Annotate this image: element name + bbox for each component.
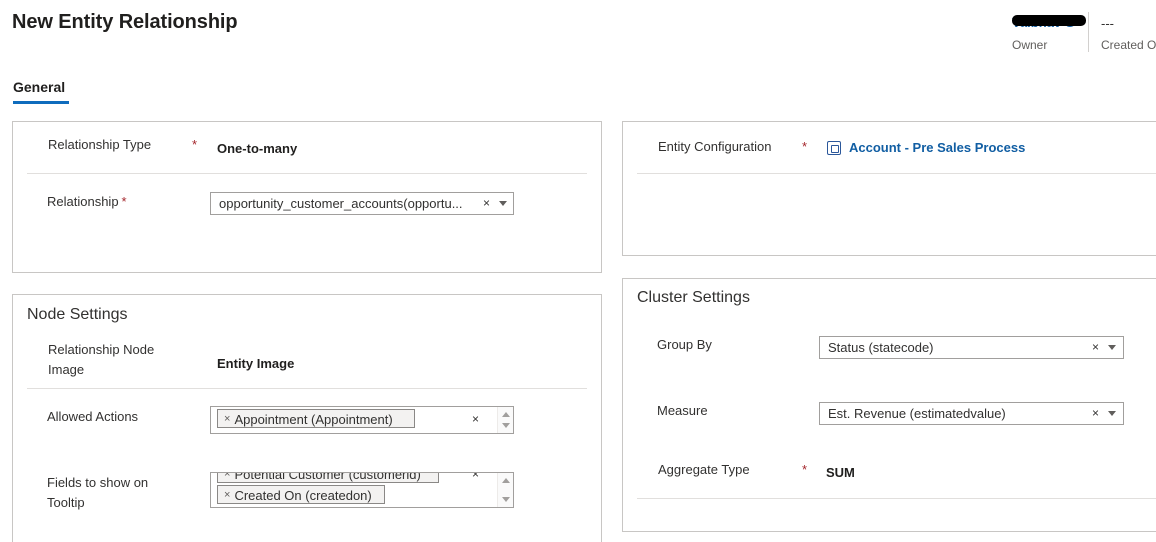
- chip-label: Created On (createdon): [234, 487, 372, 503]
- header-created-on-field: --- Created On: [1088, 12, 1156, 52]
- chip-remove-icon[interactable]: ×: [224, 489, 230, 501]
- section-divider: [637, 173, 1156, 174]
- allowed-actions-chip[interactable]: × Appointment (Appointment): [217, 409, 415, 428]
- tab-selected-indicator: [13, 101, 69, 104]
- aggregate-type-required: *: [802, 462, 808, 477]
- relationship-clear-button[interactable]: ×: [483, 196, 490, 210]
- entity-configuration-label: Entity Configuration: [658, 139, 772, 154]
- header-owner-field: Vaibhav G Owner: [1012, 14, 1086, 52]
- aggregate-type-value: SUM: [826, 465, 855, 480]
- entity-configuration-required: *: [802, 139, 808, 154]
- group-by-label: Group By: [657, 337, 712, 352]
- chevron-down-icon[interactable]: [1108, 345, 1116, 350]
- allowed-actions-scrollbar[interactable]: [497, 407, 513, 433]
- measure-select[interactable]: Est. Revenue (estimatedvalue) ×: [819, 402, 1124, 425]
- tooltip-field-chip[interactable]: × Created On (createdon): [217, 485, 385, 504]
- tooltip-fields-multiselect[interactable]: × Potential Customer (customerid) × × Cr…: [210, 472, 514, 508]
- owner-label: Owner: [1012, 38, 1048, 52]
- section-divider: [27, 173, 587, 174]
- cluster-settings-card: Cluster Settings Group By Status (statec…: [622, 278, 1156, 532]
- created-on-value: ---: [1101, 16, 1114, 31]
- general-section-card: Relationship Type * One-to-many Relation…: [12, 121, 602, 273]
- page-title: New Entity Relationship: [12, 11, 238, 33]
- owner-redaction: [1012, 15, 1086, 26]
- group-by-value: Status (statecode): [828, 340, 934, 355]
- allowed-actions-multiselect[interactable]: × Appointment (Appointment) ×: [210, 406, 514, 434]
- relationship-select[interactable]: opportunity_customer_accounts(opportu...…: [210, 192, 514, 215]
- chip-remove-icon[interactable]: ×: [224, 413, 230, 425]
- chip-label: Potential Customer (customerid): [234, 472, 421, 482]
- relationship-node-image-value: Entity Image: [217, 356, 295, 371]
- entity-configuration-value[interactable]: Account - Pre Sales Process: [849, 140, 1025, 155]
- measure-clear-button[interactable]: ×: [1092, 406, 1099, 420]
- entity-icon: [827, 140, 841, 155]
- entity-configuration-lookup[interactable]: Account - Pre Sales Process: [827, 140, 1025, 155]
- tooltip-field-chip[interactable]: × Potential Customer (customerid): [217, 472, 439, 483]
- cluster-settings-title: Cluster Settings: [637, 289, 750, 306]
- relationship-select-value: opportunity_customer_accounts(opportu...: [219, 196, 463, 211]
- chip-remove-icon[interactable]: ×: [224, 473, 230, 480]
- allowed-actions-clear-button[interactable]: ×: [472, 412, 479, 426]
- chevron-down-icon[interactable]: [499, 201, 507, 206]
- entity-configuration-card: Entity Configuration * Account - Pre Sal…: [622, 121, 1156, 256]
- section-divider: [27, 388, 587, 389]
- created-on-label: Created On: [1101, 38, 1156, 52]
- chevron-down-icon[interactable]: [1108, 411, 1116, 416]
- tooltip-fields-scrollbar[interactable]: [497, 473, 513, 507]
- relationship-type-value: One-to-many: [217, 141, 298, 156]
- group-by-select[interactable]: Status (statecode) ×: [819, 336, 1124, 359]
- allowed-actions-label: Allowed Actions: [47, 409, 139, 424]
- node-settings-card: Node Settings Relationship Node Image En…: [12, 294, 602, 542]
- tooltip-fields-clear-button[interactable]: ×: [472, 473, 479, 481]
- relationship-required: *: [121, 194, 127, 209]
- aggregate-type-label: Aggregate Type: [658, 462, 750, 477]
- group-by-clear-button[interactable]: ×: [1092, 340, 1099, 354]
- measure-value: Est. Revenue (estimatedvalue): [828, 406, 1006, 421]
- node-settings-title: Node Settings: [27, 306, 128, 323]
- measure-label: Measure: [657, 403, 708, 418]
- fields-to-show-on-tooltip-label: Fields to show on Tooltip: [47, 475, 149, 510]
- relationship-label-group: Relationship *: [47, 192, 127, 212]
- relationship-type-required: *: [192, 137, 198, 152]
- relationship-type-label: Relationship Type: [48, 137, 152, 152]
- chip-label: Appointment (Appointment): [234, 411, 393, 427]
- tab-general[interactable]: General: [13, 79, 65, 95]
- relationship-node-image-label: Relationship Node Image: [48, 342, 155, 377]
- relationship-label: Relationship: [47, 194, 119, 209]
- section-divider: [637, 498, 1156, 499]
